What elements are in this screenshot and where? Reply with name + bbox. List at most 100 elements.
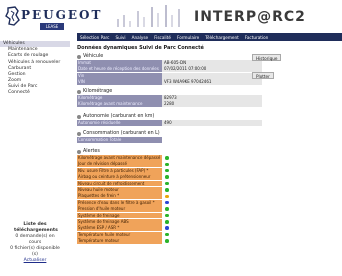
main-menu: Sélection Parc Suivi Analyse Fiscalité F… <box>77 33 342 41</box>
bullet-icon <box>77 54 81 59</box>
table-row: Kilométrage avant maintenance 2280 <box>77 101 267 108</box>
row-value: 2280 <box>162 101 262 108</box>
alert-label: Jour de révision dépassé <box>77 161 162 168</box>
consumption-heading-label: Consommation (carburant en L) <box>83 131 160 136</box>
history-button[interactable]: Historique <box>252 54 282 61</box>
alert-label: Niv. usure Filtre à particules (FAP) * <box>77 167 162 174</box>
top-header: PEUGEOT LEASE INTERP@RC2 <box>0 0 342 33</box>
refresh-link[interactable]: Actualiser <box>0 258 70 264</box>
alert-row: Kilométrage avant maintenance dépassé <box>77 155 267 161</box>
row-value: 82973 <box>162 95 262 101</box>
alert-label: Niveau huile moteur <box>77 186 162 193</box>
alert-label: Plaquettes de frein * <box>77 193 162 200</box>
autonomy-section: Autonomie (carburant en km) Autonomie ré… <box>77 113 267 126</box>
bullet-icon <box>77 149 81 154</box>
alert-label: Système de freinage <box>77 212 162 219</box>
alert-row: Pression d'huile moteur <box>77 206 267 213</box>
menu-item-analyse[interactable]: Analyse <box>129 35 151 40</box>
status-dot-icon <box>165 162 169 167</box>
vehicle-heading: Véhicule <box>77 53 267 60</box>
brand-name: PEUGEOT <box>21 8 103 22</box>
alert-label: Température moteur <box>77 238 162 244</box>
brand-sub: LEASE <box>40 23 64 30</box>
alert-row: Niv. usure Filtre à particules (FAP) * <box>77 167 267 174</box>
alert-label: Kilométrage avant maintenance dépassé <box>77 155 162 161</box>
status-dot-icon <box>165 226 169 230</box>
menu-item-facturation[interactable]: Facturation <box>242 35 272 40</box>
alert-status <box>162 193 172 199</box>
downloads-requests: 0 demande(s) en cours <box>15 234 55 245</box>
alerts-section: Alertes Kilométrage avant maintenance dé… <box>77 148 267 244</box>
alert-status <box>162 174 172 180</box>
row-value: VF3 W4A9KE 97042461 <box>162 79 262 86</box>
alert-label: Airbag ou ceinture à prétensionneur <box>77 174 162 181</box>
menu-item-selection-parc[interactable]: Sélection Parc <box>77 35 112 40</box>
table-row: Kilométrage 82973 <box>77 95 267 101</box>
alert-status <box>162 213 172 219</box>
status-dot-icon <box>165 220 169 224</box>
downloads-panel: Liste des téléchargements 0 demande(s) e… <box>0 222 70 264</box>
row-label: Vin <box>77 72 162 79</box>
alert-row: Système de freinage <box>77 212 267 219</box>
sidebar-item-vehicules-renouveler[interactable]: Véhicules à renouveler <box>0 60 70 66</box>
alert-row: Jour de révision dépassé <box>77 161 267 168</box>
alert-label: Pression d'huile moteur <box>77 206 162 213</box>
alert-status <box>162 155 172 161</box>
row-label: Consommation Totale <box>77 137 162 143</box>
status-dot-icon <box>165 200 169 205</box>
menu-item-suivi[interactable]: Suivi <box>112 35 128 40</box>
status-dot-icon <box>165 213 169 218</box>
alert-status <box>162 168 172 174</box>
row-label: Kilométrage avant maintenance <box>77 101 162 108</box>
alert-status <box>162 232 172 238</box>
alert-status <box>162 200 172 206</box>
table-row: Vin <box>77 72 267 79</box>
table-row: VIN VF3 W4A9KE 97042461 <box>77 79 267 86</box>
alert-status <box>162 181 172 187</box>
alert-status <box>162 219 172 225</box>
vehicle-section: Véhicule Immat AB-605-DN Date et heure de… <box>77 53 267 86</box>
alert-row: Température moteur <box>77 238 267 244</box>
alert-row: Niveau circuit de refroidissement <box>77 180 267 187</box>
alert-row: Système ESP / ASR * <box>77 225 267 232</box>
table-row: Date et heure de réception des données 07… <box>77 66 267 73</box>
table-row: Immat AB-605-DN <box>77 60 267 66</box>
main-content: Données dynamiques Suivi de Parc Connect… <box>77 44 342 244</box>
page-title: Données dynamiques Suivi de Parc Connect… <box>77 45 204 51</box>
alerts-list: Kilométrage avant maintenance dépassé Jou… <box>77 155 267 244</box>
row-value: 490 <box>162 120 262 126</box>
menu-item-fiscalite[interactable]: Fiscalité <box>151 35 174 40</box>
autonomy-heading-label: Autonomie (carburant en km) <box>83 114 155 119</box>
row-label: Autonomie résiduelle <box>77 120 162 126</box>
plotter-button[interactable]: Plotter <box>252 72 274 79</box>
status-dot-icon <box>165 156 169 160</box>
bullet-icon <box>77 131 81 136</box>
alert-row: Airbag ou ceinture à prétensionneur <box>77 174 267 181</box>
table-row: Autonomie résiduelle 490 <box>77 120 267 126</box>
alert-status <box>162 238 172 244</box>
alert-row: Présence d'eau dans le filtre à gasoil * <box>77 199 267 206</box>
table-row: Consommation Totale <box>77 137 267 143</box>
lion-icon <box>5 6 20 26</box>
menu-item-telechargement[interactable]: Téléchargement <box>202 35 242 40</box>
alert-row: Température huile moteur <box>77 231 267 238</box>
status-dot-icon <box>165 232 169 237</box>
mileage-section: Kilométrage Kilométrage 82973 Kilométrage… <box>77 88 267 108</box>
alert-label: Système de freinage ABS <box>77 218 162 225</box>
row-label: Date et heure de réception des données <box>77 66 162 73</box>
alert-label: Température huile moteur <box>77 231 162 238</box>
status-dot-icon <box>165 168 169 173</box>
row-label: Kilométrage <box>77 95 162 101</box>
mileage-heading-label: Kilométrage <box>83 89 113 94</box>
row-value: AB-605-DN <box>162 60 262 66</box>
sidebar-item-suivi-parc-connecte[interactable]: Suivi de Parc Connecté <box>0 84 70 94</box>
autonomy-heading: Autonomie (carburant en km) <box>77 113 267 120</box>
status-dot-icon <box>165 239 169 243</box>
decorative-bars <box>117 5 180 27</box>
consumption-section: Consommation (carburant en L) Consommati… <box>77 130 267 143</box>
row-value: 07/02/2011 07:00:00 <box>162 66 262 73</box>
downloads-files: 0 fichier(s) disponible (s) <box>10 246 60 257</box>
alert-label: Présence d'eau dans le filtre à gasoil * <box>77 199 162 206</box>
mileage-heading: Kilométrage <box>77 88 267 95</box>
menu-item-formulaire[interactable]: Formulaire <box>174 35 202 40</box>
